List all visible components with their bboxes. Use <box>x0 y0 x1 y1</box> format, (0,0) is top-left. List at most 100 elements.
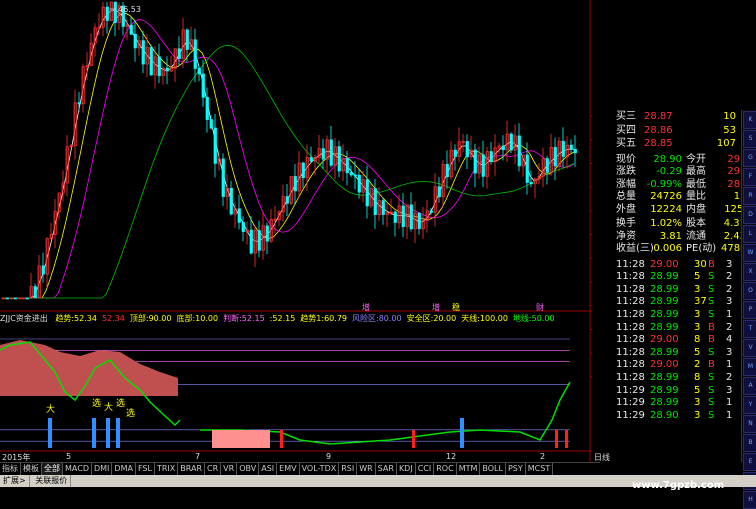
indicator-tab[interactable]: FSL <box>136 463 155 475</box>
side-toolbar-button[interactable]: L <box>743 225 756 243</box>
side-toolbar-button[interactable]: F <box>743 168 756 186</box>
indicator-tab[interactable]: VR <box>221 463 238 475</box>
stat-label: 净资 <box>616 230 636 242</box>
indicator-tab[interactable]: ROC <box>434 463 457 475</box>
side-toolbar-button[interactable]: N <box>743 415 756 433</box>
candle-body <box>569 144 573 150</box>
tick-side: S <box>708 384 715 396</box>
bid-label: 买五 <box>616 138 636 149</box>
tick-count: 2 <box>726 321 733 333</box>
candle-body <box>221 158 225 197</box>
tick-price: 28.99 <box>650 384 679 396</box>
indicator-tab[interactable]: DMI <box>92 463 113 475</box>
indicator-tab[interactable]: CR <box>205 463 222 475</box>
candle-body <box>309 157 313 162</box>
candle-body <box>265 225 269 242</box>
candle-body <box>5 297 9 300</box>
indicator-value-label: 风险区: <box>352 314 379 323</box>
indicator-tab[interactable]: MACD <box>63 463 92 475</box>
indicator-red-bar <box>412 430 415 448</box>
tick-side: S <box>708 283 715 295</box>
indicator-tab[interactable]: ASI <box>259 463 278 475</box>
candle-body <box>357 174 361 193</box>
indicator-tab[interactable]: 指标 <box>0 463 21 475</box>
indicator-value-item: 风险区:80.00 <box>352 314 402 323</box>
candle-body <box>445 164 449 178</box>
candle-body <box>17 297 21 300</box>
side-toolbar-button[interactable]: E <box>743 453 756 471</box>
xaxis-label: 2 <box>540 452 546 461</box>
indicator-pink-bar <box>212 430 270 448</box>
indicator-red-zone <box>0 340 178 396</box>
side-toolbar-button[interactable]: T <box>743 320 756 338</box>
tick-row: 11:28 28.99 5 S 2 <box>616 270 756 283</box>
indicator-tab[interactable]: KDJ <box>397 463 416 475</box>
indicator-value-number: 80.00 <box>378 314 402 323</box>
side-toolbar-button[interactable]: B <box>743 434 756 452</box>
tick-price: 28.99 <box>650 346 679 358</box>
side-toolbar-button[interactable]: K <box>743 111 756 129</box>
bid-price: 28.86 <box>644 124 673 136</box>
kline-chart[interactable]: 32.5030.0027.5025.0022.5020.0017.5015.00… <box>0 0 624 462</box>
indicator-tab[interactable]: 模板 <box>21 463 42 475</box>
indicator-tab[interactable]: TRIX <box>155 463 179 475</box>
side-toolbar-button[interactable]: G <box>743 149 756 167</box>
tick-volume: 8 <box>694 334 701 346</box>
bid-row: 买四 28.86 53 <box>616 124 756 137</box>
indicator-tab[interactable]: WR <box>357 463 376 475</box>
indicator-tab[interactable]: 全部 <box>42 463 63 475</box>
expand-button[interactable]: 扩展> <box>0 475 30 487</box>
stat-label: 内盘 <box>686 203 706 215</box>
tick-volume: 3 <box>694 321 701 333</box>
indicator-tab[interactable]: OBV <box>237 463 260 475</box>
tick-time: 11:29 <box>616 397 645 409</box>
candle-body <box>249 229 253 254</box>
side-toolbar-button[interactable]: Y <box>743 396 756 414</box>
side-toolbar-button[interactable]: A <box>743 377 756 395</box>
indicator-tab[interactable]: EMV <box>277 463 300 475</box>
bid-label: 买三 <box>616 111 636 122</box>
indicator-tab[interactable]: MTM <box>457 463 481 475</box>
indicator-tab[interactable]: DMA <box>112 463 136 475</box>
indicator-tab[interactable]: RSI <box>339 463 358 475</box>
tick-row: 11:28 29.00 30 B 3 <box>616 258 756 271</box>
candle-body <box>321 148 325 160</box>
side-toolbar-button[interactable]: O <box>743 282 756 300</box>
indicator-tab[interactable]: PSY <box>506 463 526 475</box>
signal-char: 选 <box>116 399 126 409</box>
stat-label: 外盘 <box>616 203 636 215</box>
indicator-tab[interactable]: VOL-TDX <box>300 463 340 475</box>
indicator-value-number: 52.34 <box>74 314 97 323</box>
candle-body <box>13 297 17 300</box>
indicator-value-number: 52.15 <box>241 314 265 323</box>
candle-body <box>213 127 217 164</box>
related-quote-button[interactable]: 关联报价 <box>32 475 72 487</box>
indicator-blue-bar <box>106 418 110 448</box>
tick-count: 2 <box>726 371 733 383</box>
candle-body <box>401 205 405 227</box>
side-toolbar-button[interactable]: R <box>743 187 756 205</box>
tick-count: 3 <box>726 258 733 270</box>
side-toolbar-button[interactable]: S <box>743 130 756 148</box>
tick-count: 1 <box>726 308 733 320</box>
indicator-tab[interactable]: CCI <box>416 463 435 475</box>
signal-char: 选 <box>92 399 102 409</box>
indicator-value-item: :52.15 <box>270 314 296 323</box>
side-toolbar-button[interactable]: V <box>743 339 756 357</box>
side-toolbar-button[interactable]: M <box>743 358 756 376</box>
tick-side: S <box>708 308 715 320</box>
indicator-tab[interactable]: SAR <box>376 463 397 475</box>
candle-body <box>33 286 37 299</box>
side-toolbar-button[interactable]: H <box>743 491 756 509</box>
chart-area[interactable]: 32.5030.0027.5025.0022.5020.0017.5015.00… <box>0 0 624 462</box>
indicator-tab[interactable]: BOLL <box>480 463 506 475</box>
side-toolbar-button[interactable]: P <box>743 301 756 319</box>
indicator-tab[interactable]: BRAR <box>178 463 206 475</box>
side-toolbar-button[interactable]: D <box>743 206 756 224</box>
side-toolbar-button[interactable]: W <box>743 244 756 262</box>
tick-row: 11:29 28.99 3 S 1 <box>616 396 756 409</box>
side-toolbar-button[interactable]: X <box>743 263 756 281</box>
indicator-value-number: 10.00 <box>195 314 219 323</box>
tick-side: S <box>708 346 715 358</box>
indicator-tab[interactable]: MCST <box>526 463 554 475</box>
